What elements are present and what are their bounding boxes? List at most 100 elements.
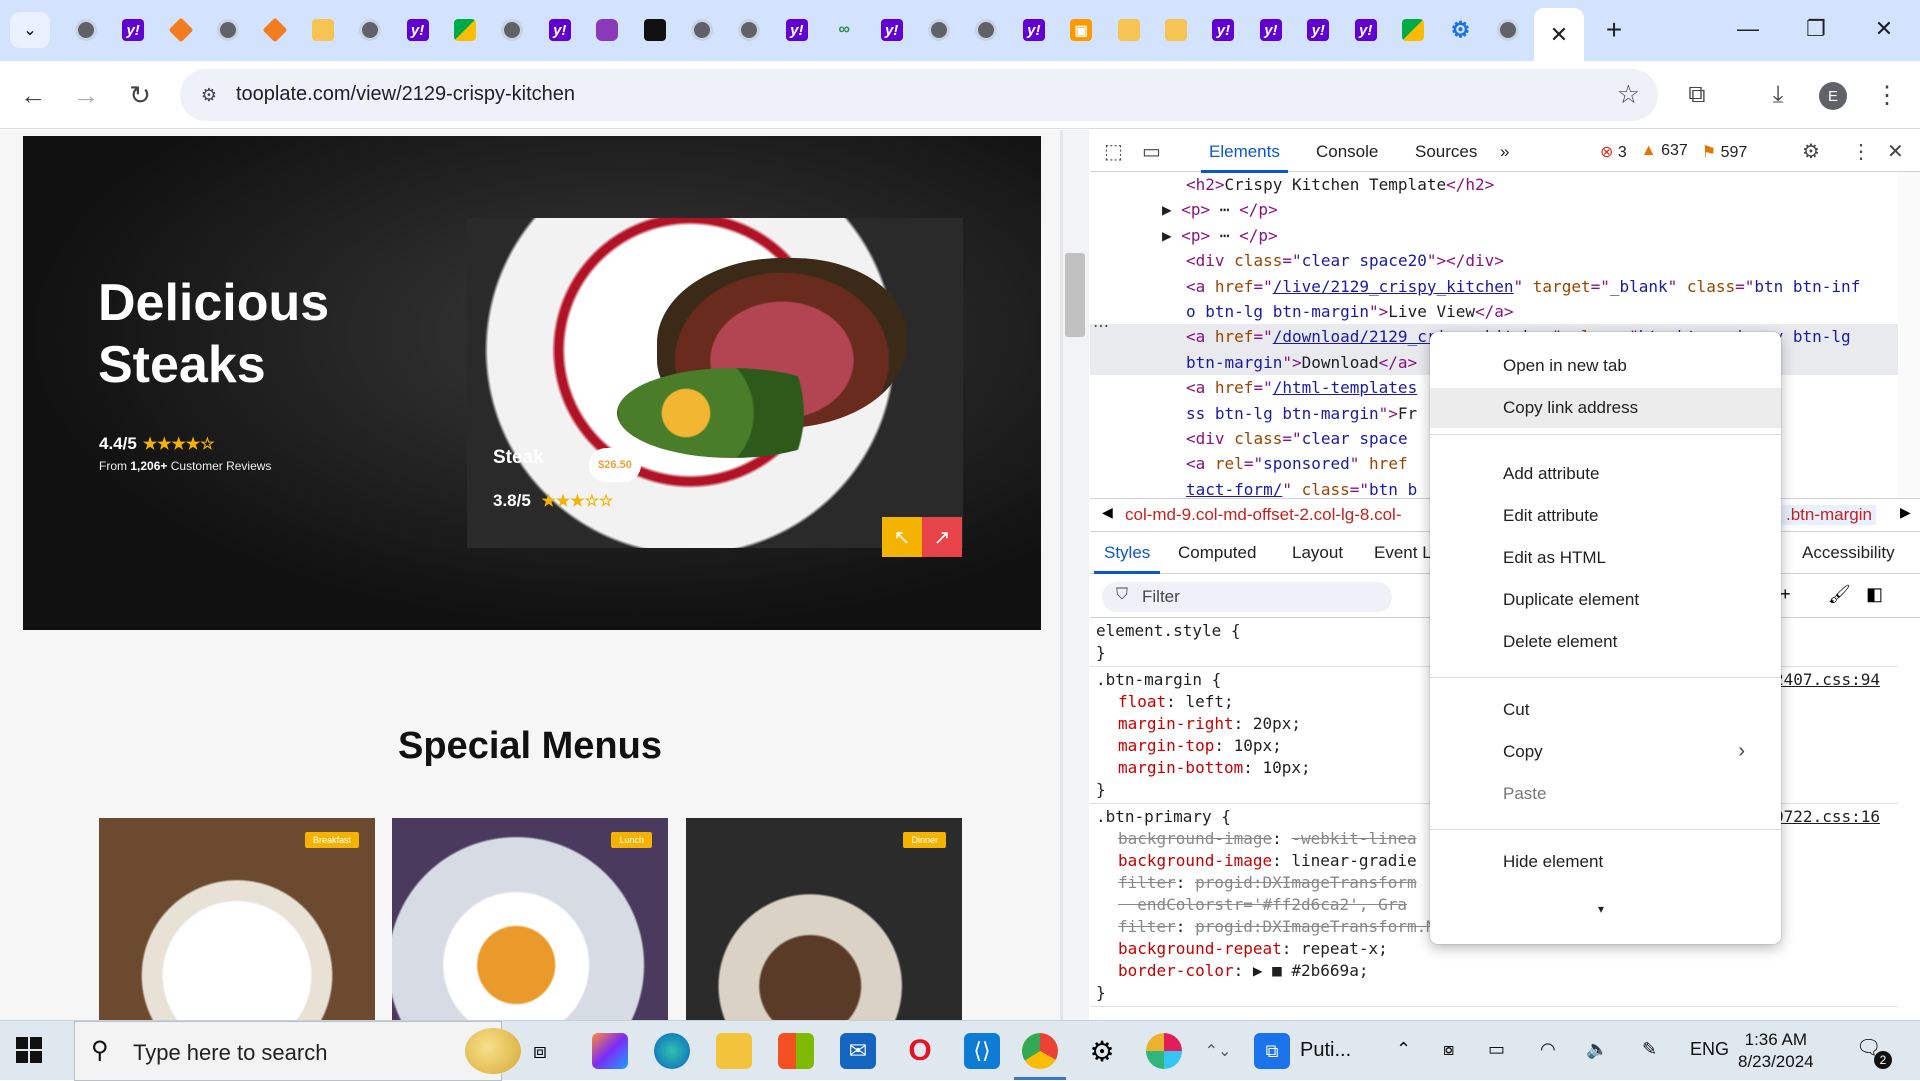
tab-search-button[interactable]: ⌄ [10,12,50,48]
css-declaration[interactable]: border-color: ▶ ■ #2b669a; [1096,960,1898,982]
menu-item-hide-element[interactable]: Hide element [1430,842,1781,882]
bookmark-star-icon[interactable]: ☆ [1617,79,1640,110]
active-tab[interactable]: ✕ [1534,8,1584,61]
menu-item-edit-as-html[interactable]: Edit as HTML [1430,538,1781,578]
dom-node-line[interactable]: ▶ <p> ⋯ </p> [1090,197,1898,222]
issues-count[interactable]: ⚑ 597 [1702,142,1748,162]
restore-button[interactable]: ❐ [1782,0,1850,58]
browser-tab[interactable]: y! [1247,14,1294,46]
new-style-rule-icon[interactable]: + [1780,584,1791,605]
device-toolbar-icon[interactable]: ▭ [1142,139,1161,164]
dom-scrollbar[interactable] [1898,172,1920,498]
taskbar-app-label[interactable]: Puti... [1300,1039,1351,1062]
opera-icon[interactable]: O [902,1033,938,1069]
browser-tab[interactable]: y! [868,14,915,46]
browser-tab[interactable]: y! [394,14,441,46]
taskbar-search-box[interactable]: ⚲ Type here to search [74,1021,521,1081]
more-tabs-button[interactable]: » [1500,142,1509,162]
issue-counters[interactable]: ⊗ 3 ▲ 637 ⚑ 597 [1600,142,1747,162]
store-icon[interactable] [778,1033,814,1069]
tab-console[interactable]: Console [1316,142,1378,162]
menu-item-edit-attribute[interactable]: Edit attribute [1430,496,1781,536]
error-count[interactable]: ⊗ 3 [1600,142,1627,162]
slack-icon[interactable] [1146,1033,1182,1069]
close-window-button[interactable]: ✕ [1850,0,1918,58]
site-info-icon[interactable]: ⚙ [196,82,222,108]
menu-item-open-in-new-tab[interactable]: Open in new tab [1430,346,1781,386]
warning-count[interactable]: ▲ 637 [1641,142,1688,162]
carousel-next-button[interactable]: ↗ [922,517,962,557]
browser-tab[interactable]: ▣ [1058,14,1105,46]
browser-tab[interactable] [1105,14,1152,46]
css-source-link[interactable]: 2407.css:94 [1774,669,1880,691]
close-icon[interactable]: ✕ [1550,22,1568,48]
chrome-icon[interactable] [1022,1033,1058,1069]
new-tab-button[interactable]: + [1596,12,1632,48]
dom-node-line[interactable]: <h2>Crispy Kitchen Template</h2> [1090,172,1898,197]
browser-tab[interactable] [346,14,393,46]
browser-tab[interactable]: y! [1295,14,1342,46]
browser-tab[interactable] [204,14,251,46]
taskbar-scroll-icon[interactable]: ⌃⌄ [1200,1033,1236,1069]
tab-accessibility[interactable]: Accessibility [1802,543,1895,563]
task-view-icon[interactable]: ⧈ [522,1033,558,1069]
browser-tab[interactable] [678,14,725,46]
back-button[interactable]: ← [13,75,53,115]
menu-item-copy[interactable]: Copy › [1430,732,1781,772]
browser-tab[interactable] [631,14,678,46]
browser-tab[interactable] [62,14,109,46]
carousel-prev-button[interactable]: ↖ [882,517,922,557]
battery-icon[interactable]: ▭ [1488,1039,1505,1060]
browser-tab[interactable] [963,14,1010,46]
profile-avatar[interactable]: E [1819,82,1847,110]
scrollbar-thumb[interactable] [1065,253,1085,337]
vscode-icon[interactable]: ⟨⟩ [964,1033,1000,1069]
browser-tab[interactable] [299,14,346,46]
dom-node-line[interactable]: o btn-lg btn-margin">Live View</a> [1090,299,1898,324]
reload-button[interactable]: ↻ [120,75,160,115]
browser-tab[interactable] [583,14,630,46]
edge-icon[interactable] [654,1033,690,1069]
browser-tab[interactable]: y! [773,14,820,46]
dom-node-line[interactable]: <a href="/live/2129_crispy_kitchen" targ… [1090,274,1898,299]
browser-tab[interactable] [252,14,299,46]
settings-gear-icon[interactable]: ⚙ [1084,1033,1120,1069]
menu-card-lunch[interactable]: Lunch [392,818,668,1020]
browser-tab[interactable] [726,14,773,46]
tab-event-listeners[interactable]: Event L [1374,543,1432,563]
browser-tab[interactable]: y! [1010,14,1057,46]
show-hidden-icons-icon[interactable]: ⌃ [1396,1039,1411,1060]
minimize-button[interactable]: — [1714,0,1782,58]
browser-tab[interactable]: y! [536,14,583,46]
browser-tab[interactable]: ∞ [821,14,868,46]
tab-layout[interactable]: Layout [1292,543,1343,563]
copilot-icon[interactable] [592,1033,628,1069]
browser-menu-button[interactable]: ⋮ [1867,75,1907,115]
inspect-element-icon[interactable]: ⬚ [1104,139,1123,164]
close-devtools-icon[interactable]: ✕ [1887,139,1904,164]
extensions-button[interactable]: ⧉ [1677,75,1717,115]
browser-tab[interactable]: y! [1200,14,1247,46]
settings-gear-icon[interactable]: ⚙ [1802,139,1820,164]
tab-styles[interactable]: Styles [1093,543,1161,574]
menu-card-breakfast[interactable]: Breakfast [99,818,375,1020]
toggle-sidebar-icon[interactable]: ◧ [1866,584,1883,605]
browser-tab[interactable] [441,14,488,46]
browser-tab[interactable] [1389,14,1436,46]
forward-button[interactable]: → [66,75,106,115]
devtools-menu-icon[interactable]: ⋮ [1851,139,1871,164]
browser-tab[interactable] [157,14,204,46]
css-source-link[interactable]: 0722.css:16 [1774,806,1880,828]
tab-computed[interactable]: Computed [1178,543,1256,563]
browser-tab[interactable] [1484,14,1531,46]
breadcrumb-left-arrow-icon[interactable]: ◀ [1102,504,1113,521]
menu-item-duplicate-element[interactable]: Duplicate element [1430,580,1781,620]
browser-tab[interactable]: y! [1342,14,1389,46]
menu-item-cut[interactable]: Cut [1430,690,1781,730]
dom-node-line[interactable]: <div class="clear space20"></div> [1090,248,1898,273]
language-indicator[interactable]: ENG [1690,1039,1729,1060]
menu-card-dinner[interactable]: Dinner [686,818,962,1020]
menu-item-delete-element[interactable]: Delete element [1430,622,1781,662]
breadcrumb-item-selected[interactable]: .btn-margin [1782,505,1876,525]
tab-elements[interactable]: Elements [1201,142,1288,173]
